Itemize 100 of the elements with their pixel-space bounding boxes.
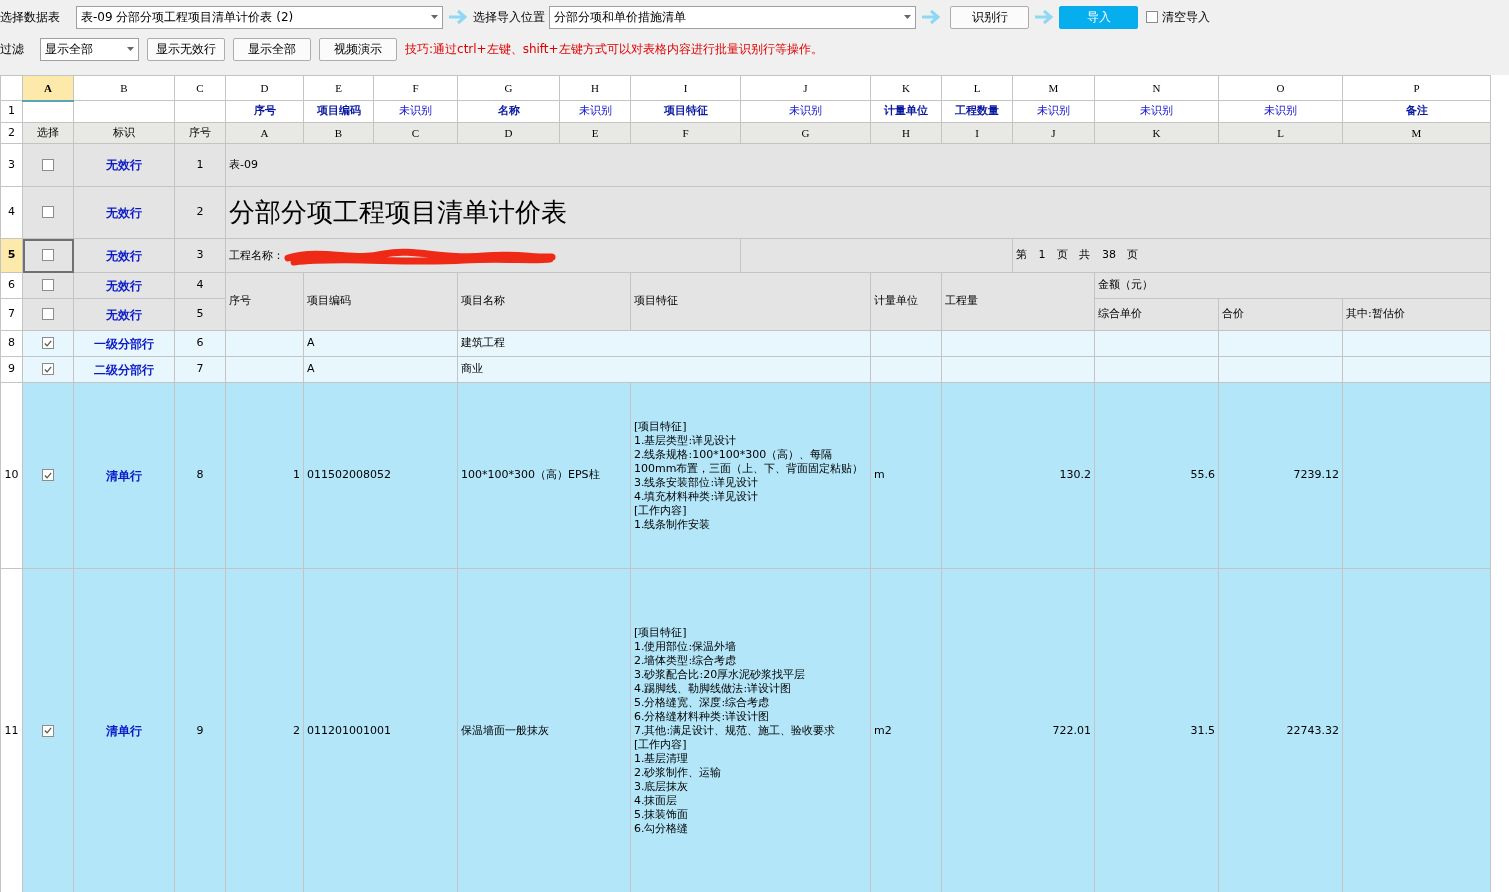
filter-button[interactable]: 显示无效行 xyxy=(147,37,225,61)
checkbox[interactable] xyxy=(42,249,54,262)
row-number: 8 xyxy=(0,330,23,357)
caret-icon xyxy=(431,15,438,19)
arrow-icon xyxy=(1034,9,1054,25)
checkbox-label: 清空导入 xyxy=(1162,9,1210,26)
field-label: 过滤 xyxy=(0,41,24,58)
column-header: O xyxy=(1218,75,1343,101)
row-number: 7 xyxy=(0,298,23,331)
table-cell: 项目名称 xyxy=(457,272,631,331)
table-cell: 130.2 xyxy=(941,382,1095,569)
feature-line: 5.分格缝宽、深度:综合考虑 xyxy=(634,696,771,710)
feature-line: 1.线条制作安装 xyxy=(634,517,712,532)
data-table-select[interactable]: 表-09 分部分项工程项目清单计价表 (2) xyxy=(76,5,443,29)
feature-line: 3.线条安装部位:详见设计 xyxy=(634,475,760,490)
table-cell: m2 xyxy=(870,568,942,892)
row-number: 9 xyxy=(0,356,23,383)
column-header: I xyxy=(630,75,741,101)
checkbox[interactable] xyxy=(42,279,54,292)
table-cell xyxy=(870,330,942,357)
table-cell: A xyxy=(303,330,458,357)
table-cell: 22743.32 xyxy=(1218,568,1343,892)
mapping-cell[interactable]: 未识别 xyxy=(740,100,871,123)
table-cell: 金额（元） xyxy=(1094,272,1491,299)
column-header: C xyxy=(174,75,226,101)
table-cell xyxy=(870,356,942,383)
field-label: 选择数据表 xyxy=(0,9,60,26)
table-cell: 其中:暂估价 xyxy=(1342,298,1491,331)
row-number: 4 xyxy=(0,186,23,239)
feature-line: 3.砂浆配合比:20厚水泥砂浆找平层 xyxy=(634,668,807,682)
column-header: F xyxy=(373,75,458,101)
feature-line: 6.分格缝材料种类:详设计图 xyxy=(634,710,771,724)
row-number: 11 xyxy=(0,568,23,892)
feature-line: 2.墙体类型:综合考虑 xyxy=(634,654,738,668)
row-tag: 无效行 xyxy=(73,298,175,331)
tip-text: 技巧:通过ctrl+左键、shift+左键方式可以对表格内容进行批量识别行等操作。 xyxy=(405,41,823,58)
table-cell: 保温墙面一般抹灰 xyxy=(457,568,631,892)
row-number: 2 xyxy=(0,122,23,144)
checkbox[interactable] xyxy=(42,337,54,350)
row-number: 10 xyxy=(0,382,23,569)
table-cell: 综合单价 xyxy=(1094,298,1219,331)
feature-line: [项目特征] xyxy=(634,626,688,640)
feature-line: [工作内容] xyxy=(634,503,688,518)
row-tag: 无效行 xyxy=(73,143,175,187)
feature-line: 6.勾分格缝 xyxy=(634,822,690,836)
row-tag: 无效行 xyxy=(73,186,175,239)
checkbox[interactable] xyxy=(42,724,54,737)
table-cell: 合价 xyxy=(1218,298,1343,331)
identify-button[interactable]: 识别行 xyxy=(950,5,1029,29)
table-cell: 计量单位 xyxy=(870,272,942,331)
checkbox[interactable] xyxy=(42,206,54,219)
row-tag: 清单行 xyxy=(73,568,175,892)
feature-line: 4.踢脚线、勒脚线做法:详设计图 xyxy=(634,682,793,696)
feature-line: 1.使用部位:保温外墙 xyxy=(634,640,738,654)
checkbox[interactable] xyxy=(42,158,54,171)
table-cell: 商业 xyxy=(457,356,871,383)
feature-line: 5.抹装饰面 xyxy=(634,808,690,822)
checkbox[interactable] xyxy=(1146,11,1158,23)
field-label: 选择导入位置 xyxy=(473,9,545,26)
row-number: 1 xyxy=(0,100,23,123)
feature-line: 3.底层抹灰 xyxy=(634,780,690,794)
table-cell: 1 xyxy=(174,143,226,187)
row-tag: 二级分部行 xyxy=(73,356,175,383)
table-cell: 011502008052 xyxy=(303,382,458,569)
column-header: N xyxy=(1094,75,1219,101)
filter-select[interactable]: 显示全部 xyxy=(40,37,139,61)
mapping-cell[interactable]: 备注 xyxy=(1342,100,1491,123)
table-cell: 2 xyxy=(225,568,304,892)
feature-line: 2.砂浆制作、运输 xyxy=(634,766,723,780)
arrow-icon xyxy=(448,9,468,25)
caret-icon xyxy=(904,15,911,19)
checkbox[interactable] xyxy=(42,469,54,482)
table-cell: 7239.12 xyxy=(1218,382,1343,569)
row-tag: 一级分部行 xyxy=(73,330,175,357)
table-cell: 2 xyxy=(174,186,226,239)
column-header: P xyxy=(1342,75,1491,101)
table-cell: A xyxy=(303,356,458,383)
table-cell: 项目特征 xyxy=(630,272,871,331)
column-header: L xyxy=(941,75,1013,101)
checkbox[interactable] xyxy=(42,308,54,321)
table-cell: 3 xyxy=(174,238,226,273)
import-position-select[interactable]: 分部分项和单价措施清单 xyxy=(549,5,916,29)
column-header: M xyxy=(1012,75,1095,101)
table-cell: m xyxy=(870,382,942,569)
table-cell: 31.5 xyxy=(1094,568,1219,892)
column-header: J xyxy=(740,75,871,101)
filter-button[interactable]: 显示全部 xyxy=(233,37,311,61)
table-cell: 011201001001 xyxy=(303,568,458,892)
checkbox[interactable] xyxy=(42,363,54,376)
feature-line: [项目特征] xyxy=(634,419,688,434)
row-number: 6 xyxy=(0,272,23,299)
row-number: 3 xyxy=(0,143,23,187)
column-header: H xyxy=(559,75,631,101)
table-cell: 序号 xyxy=(225,272,304,331)
corner-cell xyxy=(0,75,23,101)
table-cell: 5 xyxy=(174,298,226,331)
filter-button[interactable]: 视频演示 xyxy=(319,37,397,61)
feature-line: 1.基层清理 xyxy=(634,752,690,766)
page-info: 第 1 页 共 38 页 xyxy=(1012,238,1491,273)
caret-icon xyxy=(127,47,134,51)
